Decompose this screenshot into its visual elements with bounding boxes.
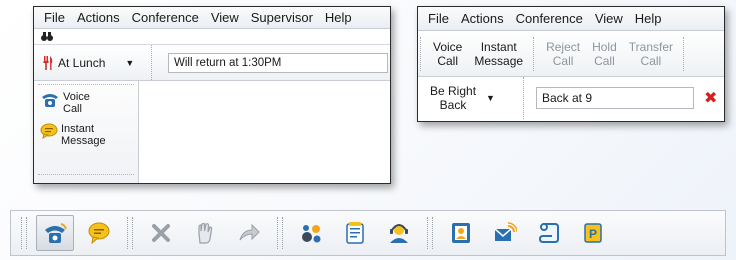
sidebar-grip[interactable] [38,84,134,87]
chat-bubble-icon [40,123,58,139]
button-label: Call [640,53,662,68]
toolbar-grip[interactable] [420,36,425,71]
email-toolbar-button[interactable] [486,215,524,251]
button-label: Hold [592,39,617,54]
sidebar-item-label: Message [61,135,106,147]
menu-actions[interactable]: Actions [455,11,510,26]
icon-toolbar: P [10,210,726,256]
svg-text:P: P [589,227,597,241]
button-label: Call [552,53,574,68]
status-row: At Lunch ▼ Will return at 1:30PM [34,45,390,81]
agent-window-large: File Actions Conference View Supervisor … [33,6,391,184]
phone-icon [40,91,60,109]
menu-bar: File Actions Conference View Help [418,7,724,31]
reject-call-button[interactable]: Reject Call [540,40,586,68]
toolbar-grip[interactable] [533,36,538,71]
notes-toolbar-button[interactable] [336,215,374,251]
toolbar-grip[interactable] [127,217,133,249]
button-label: Call [437,53,459,68]
script-toolbar-button[interactable] [530,215,568,251]
sidebar-item-label: Voice [63,91,90,103]
reject-call-toolbar-button[interactable] [142,215,180,251]
agent-window-compact: File Actions Conference View Help Voice C… [417,6,725,122]
toolbar-grip[interactable] [277,217,283,249]
toolbar-grip[interactable] [427,217,433,249]
instant-message-toolbar-button[interactable] [80,215,118,251]
directory-toolbar-button[interactable] [292,215,330,251]
menu-help[interactable]: Help [629,11,668,26]
binoculars-icon[interactable] [40,29,390,43]
status-message-input[interactable]: Will return at 1:30PM [168,52,388,73]
menu-view[interactable]: View [205,10,245,25]
fork-knife-icon [42,55,54,71]
status-dropdown-value: At Lunch [58,55,106,70]
voice-call-button[interactable]: Voice Call [427,40,468,68]
hold-call-button[interactable]: Hold Call [586,40,623,68]
instant-message-button[interactable]: Instant Message [468,40,529,68]
menu-file[interactable]: File [422,11,455,26]
voice-call-toolbar-button[interactable] [36,215,74,251]
button-label: Call [594,53,615,68]
agent-icon [387,221,411,245]
email-icon [493,222,517,244]
menu-supervisor[interactable]: Supervisor [245,10,319,25]
chevron-down-icon: ▼ [125,57,135,68]
transfer-call-toolbar-button[interactable] [230,215,268,251]
hold-call-toolbar-button[interactable] [186,215,224,251]
button-label: Transfer [628,39,673,54]
status-message-input[interactable]: Back at 9 [536,87,694,109]
sidebar-item-voice-call[interactable]: Voice Call [34,87,138,119]
transfer-arrow-icon [237,222,261,244]
people-icon [299,221,323,245]
sidebar-item-label: Instant [61,123,95,135]
status-dropdown-value: Be Right [430,84,477,98]
button-label: Instant [480,39,517,54]
status-dropdown-value: Back [439,98,467,112]
menu-conference[interactable]: Conference [126,10,205,25]
sidebar-item-label: Call [63,103,82,115]
agent-toolbar-button[interactable] [380,215,418,251]
toolbar-grip[interactable] [21,217,27,249]
transfer-call-button[interactable]: Transfer Call [623,40,679,68]
notes-icon [344,221,366,245]
call-toolbar: Voice Call Instant Message Reject Call Hold… [418,31,724,77]
menu-help[interactable]: Help [319,10,358,25]
button-label: Reject [546,39,581,54]
clear-icon[interactable]: ✖ [704,88,717,108]
contact-card-toolbar-button[interactable] [442,215,480,251]
contact-card-icon [450,221,472,245]
phone-icon [42,221,68,245]
reject-call-icon [150,222,172,244]
presence-icon: P [582,221,604,245]
menu-file[interactable]: File [38,10,71,25]
chevron-down-icon: ▼ [486,93,495,103]
sidebar: Voice Call Instant Message [34,81,139,183]
toolbar-grip[interactable] [683,36,688,71]
menu-bar: File Actions Conference View Supervisor … [34,7,390,29]
hold-hand-icon [194,221,216,245]
status-dropdown[interactable]: Be Right Back ▼ [418,77,524,119]
sidebar-item-instant-message[interactable]: Instant Message [34,119,138,151]
find-bar [34,29,390,45]
script-icon [538,221,560,245]
menu-actions[interactable]: Actions [71,10,126,25]
button-label: Voice [433,39,463,54]
button-label: Message [474,53,524,68]
chat-bubble-icon [87,222,111,244]
sidebar-grip[interactable] [38,174,134,177]
menu-view[interactable]: View [589,11,629,26]
status-dropdown[interactable]: At Lunch ▼ [34,45,152,80]
status-row: Be Right Back ▼ Back at 9 ✖ [418,77,724,119]
content-area [139,81,390,183]
presence-toolbar-button[interactable]: P [574,215,612,251]
menu-conference[interactable]: Conference [510,11,589,26]
